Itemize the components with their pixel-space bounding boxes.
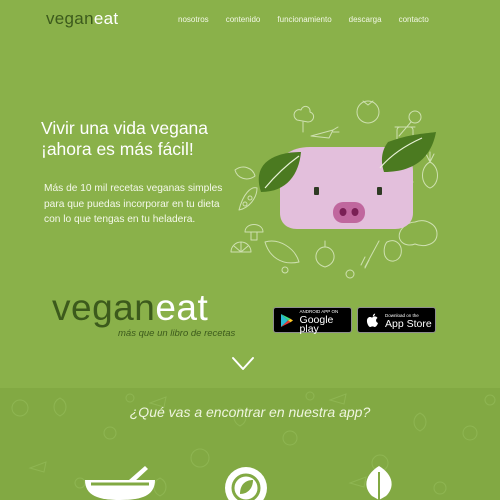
hero-description: Más de 10 mil recetas veganas simples pa… (44, 183, 223, 225)
brand-logo: veganeat (52, 288, 208, 328)
brand-logo-eat: eat (155, 287, 209, 328)
hero-title: Vivir una vida vegana ¡ahora es más fáci… (41, 118, 241, 160)
app-store-button[interactable]: Download on the App Store (357, 307, 436, 333)
brand-logo-vegan: vegan (52, 287, 156, 328)
leaf-icon (366, 466, 392, 500)
apple-icon (363, 311, 381, 329)
logo-part-eat: eat (93, 9, 119, 28)
hero-illustration (230, 100, 438, 279)
nav-item-contacto[interactable]: contacto (399, 15, 429, 24)
logo[interactable]: veganeat (46, 9, 118, 29)
plate-icon (225, 467, 267, 500)
chevron-down-icon[interactable] (231, 356, 255, 372)
nav-item-descarga[interactable]: descarga (349, 15, 382, 24)
hero-title-line-2: ¡ahora es más fácil! (41, 139, 194, 159)
nav-item-contenido[interactable]: contenido (226, 15, 261, 24)
google-play-button[interactable]: ANDROID APP ON Google play (273, 307, 352, 335)
nav-item-nosotros[interactable]: nosotros (178, 15, 209, 24)
brand-block: veganeat más que un libro de recetas (52, 288, 235, 340)
logo-part-vegan: vegan (46, 9, 94, 28)
top-navigation: veganeat nosotros contenido funcionamien… (0, 0, 500, 38)
brand-tagline: más que un libro de recetas (118, 328, 236, 339)
google-play-big-label: Google play (299, 313, 334, 335)
nav-menu: nosotros contenido funcionamiento descar… (178, 15, 446, 24)
hero-title-line-1: Vivir una vida vegana (41, 118, 209, 138)
features-question: ¿Qué vas a encontrar en nuestra app? (129, 404, 371, 420)
google-play-icon (279, 311, 296, 329)
app-store-big-label: App Store (385, 318, 432, 330)
nav-item-funcionamiento[interactable]: funcionamiento (277, 15, 331, 24)
bowl-icon (85, 466, 155, 500)
pig-icon (258, 132, 436, 229)
features-section: ¿Qué vas a encontrar en nuestra app? (0, 388, 500, 500)
